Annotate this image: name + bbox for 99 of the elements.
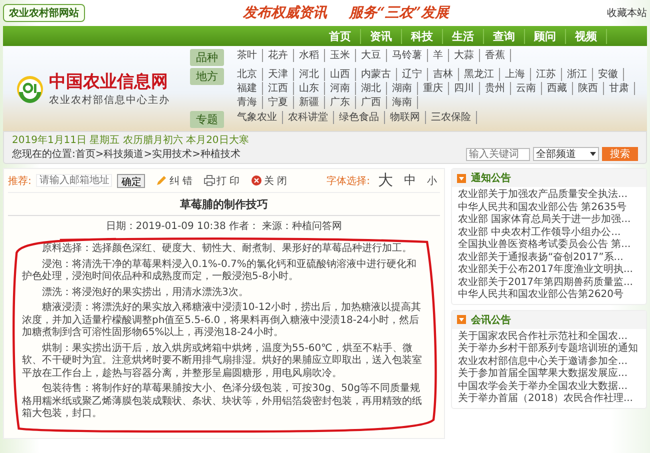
notice-link[interactable]: 农业部关于公布2017年度渔业文明执...: [458, 264, 633, 275]
category-link[interactable]: 气象农业: [232, 111, 283, 124]
article-paragraph: 漂洗：将浸泡好的果实捞出，用清水漂洗3次。: [41, 286, 250, 299]
category-link[interactable]: 茶叶: [232, 49, 263, 62]
category-link[interactable]: 北京: [232, 68, 263, 81]
article-title: 草莓脯的制作技巧: [8, 197, 440, 216]
notice-link[interactable]: 全国执业兽医资格考试委员会公告 第...: [458, 239, 631, 250]
article-meta: 日期：2019-01-09 10:38 作者： 来源：种植问答网: [104, 220, 344, 233]
category-link[interactable]: 大豆: [356, 49, 387, 62]
category-link[interactable]: 青海: [232, 96, 263, 109]
confirm-button[interactable]: 确定: [117, 174, 146, 188]
notice-link[interactable]: 农业农村部信息中心关于邀请参加全...: [458, 356, 628, 366]
dropdown-caret-icon: [590, 152, 596, 156]
category-link[interactable]: 吉林: [428, 68, 459, 81]
notice-link[interactable]: 中华人民共和国农业部公告 第2635号: [458, 202, 627, 212]
action-link[interactable]: 纠 错: [169, 174, 193, 188]
category-link[interactable]: 西藏: [542, 82, 573, 95]
category-link[interactable]: 云南: [511, 82, 542, 95]
font-size-label: 字体选择:: [326, 174, 370, 188]
category-link[interactable]: 甘肃: [604, 82, 635, 95]
category-link[interactable]: 宁夏: [263, 96, 294, 109]
notice-link[interactable]: 关于参加首届全国苹果大数据发展应...: [458, 368, 628, 379]
category-link[interactable]: 绿色食品: [334, 111, 385, 124]
logo-icon: [15, 74, 45, 104]
notice-link[interactable]: 中国农学会关于举办全国农业大数据...: [458, 380, 628, 392]
category-link[interactable]: 河南: [325, 82, 356, 95]
action-link[interactable]: 打 印: [216, 174, 240, 188]
channel-dropdown[interactable]: 全部频道: [533, 147, 599, 161]
date-text: 2019年1月11日 星期五 农历腊月初六 本月20日大寒: [12, 134, 250, 147]
breadcrumb: 您现在的位置:首页>科技频道>实用技术>种植技术: [12, 148, 241, 161]
category-link[interactable]: 香蕉: [480, 49, 511, 62]
article-paragraph: 糖液浸渍：将漂洗好的果实放入稀糖液中浸渍10-12小时，捞出后，加热糖液以提高其浓度，并加入适量柠檬酸调整ph值至5.5-6.0，将果料再倒入糖液中浸渍18-24小时，然后加糖煮制到含可溶性固形物65%以上，再浸泡18-24小时。: [22, 302, 422, 340]
slogan-text: 发布权威资讯: [242, 4, 327, 22]
category-link[interactable]: 河北: [294, 68, 325, 81]
category-link[interactable]: 安徽: [593, 68, 624, 81]
font-size-link[interactable]: 大: [375, 171, 396, 190]
notice-link[interactable]: 关于举办首届（2018）农民合作社理...: [458, 393, 633, 404]
category-link[interactable]: 陕西: [573, 82, 604, 95]
pencil-icon: [156, 175, 168, 186]
article-paragraph: 浸泡：将清洗干净的草莓果料浸入0.1%-0.7%的氯化钙和亚硫酸钠溶液中进行硬化和护色处理，浸泡时间依品种和成熟度而定，一般浸泡5-8小时。: [22, 258, 418, 284]
email-field[interactable]: 请输入邮箱地址: [36, 174, 112, 187]
category-link[interactable]: 山东: [294, 82, 325, 95]
category-link[interactable]: 贵州: [480, 82, 511, 95]
category-link[interactable]: 花卉: [263, 49, 294, 62]
article-paragraph: 原料选择：选择颜色深红、硬度大、韧性大、耐煮制、果形好的草莓品种进行加工。: [41, 243, 413, 256]
category-link[interactable]: 农科讲堂: [283, 111, 334, 124]
category-link[interactable]: 新疆: [294, 96, 325, 109]
notice-link[interactable]: 中华人民共和国农业部公告第2620号: [458, 289, 624, 300]
category-label: 地方: [190, 68, 224, 85]
category-link[interactable]: 三农保险: [426, 111, 477, 124]
slogan-text: 服务“三农”发展: [348, 4, 450, 22]
category-link[interactable]: 上海: [500, 68, 531, 81]
notice-link[interactable]: 农业部 国家体育总局关于进一步加强...: [458, 214, 631, 225]
recommend-label: 推荐:: [8, 174, 32, 188]
panel-title: 会讯公告: [471, 314, 511, 326]
category-link[interactable]: 江苏: [531, 68, 562, 81]
notice-link[interactable]: 农业部关于加强农产品质量安全执法...: [458, 189, 628, 200]
category-link[interactable]: 福建: [232, 82, 263, 95]
arrow-square-icon: [457, 174, 466, 182]
article-paragraph: 包装待售：将制作好的草莓果脯按大小、色泽分级包装，可按30g、50g等不同质量规格用糯米纸或聚乙烯薄膜包装成颗状、条状、块状等，外用铝箔袋密封包装，再用精致的纸箱大包装，封口。: [22, 383, 423, 420]
category-link[interactable]: 天津: [263, 68, 294, 81]
category-label: 专题: [190, 111, 224, 128]
notice-link[interactable]: 关于举办乡村干部系列专题培训班的通知: [458, 343, 638, 354]
close-icon: [250, 175, 262, 186]
notice-link[interactable]: 农业部关于2017年第四期兽药质量监...: [458, 276, 633, 288]
category-link[interactable]: 海南: [387, 96, 418, 109]
printer-icon: [204, 175, 215, 186]
notice-link[interactable]: 农业部关于通报表扬“奋创2017”系...: [458, 252, 624, 262]
site-badge[interactable]: 农业农村部网站: [3, 4, 85, 22]
category-link[interactable]: 马铃薯: [387, 49, 428, 62]
category-link[interactable]: 广西: [356, 96, 387, 109]
category-link[interactable]: 江西: [263, 82, 294, 95]
panel-title: 通知公告: [471, 172, 511, 185]
category-link[interactable]: 羊: [428, 49, 449, 62]
notice-link[interactable]: 关于国家农民合作社示范社和全国农...: [458, 330, 628, 342]
category-link[interactable]: 内蒙古: [356, 68, 397, 81]
category-link[interactable]: 黑龙江: [459, 68, 500, 81]
category-link[interactable]: 湖北: [356, 82, 387, 95]
arrow-square-icon: [457, 315, 466, 324]
notice-link[interactable]: 农业部 中央农村工作领导小组办公...: [458, 226, 621, 238]
logo-subtitle: 农业农村部信息中心主办: [49, 94, 170, 107]
category-link[interactable]: 山西: [325, 68, 356, 81]
category-link[interactable]: 广东: [325, 96, 356, 109]
font-size-link[interactable]: 中: [401, 172, 419, 189]
bookmark-link[interactable]: 收藏本站: [607, 6, 647, 20]
category-link[interactable]: 水稻: [294, 49, 325, 62]
category-link[interactable]: 湖南: [387, 82, 418, 95]
category-link[interactable]: 物联网: [385, 111, 426, 124]
action-link[interactable]: 关 闭: [264, 174, 287, 188]
category-link[interactable]: 重庆: [418, 82, 449, 95]
category-label: 品种: [190, 49, 224, 66]
article-paragraph: 烘制：果实捞出沥干后，放入烘房或烤箱中烘烤，温度为55-60℃，烘至不粘手、微软、不干硬时为宜。注意烘烤时要不断用排气扇排湿。烘好的果脯应立即取出，送入包装室平放在工作台上，趁热与容器分离，并整形呈扁圆糖形，用电风扇吹冷。: [22, 342, 423, 380]
logo-title: 中国农业信息网: [49, 71, 169, 93]
category-link[interactable]: 大蒜: [449, 49, 480, 62]
category-link[interactable]: 辽宁: [397, 68, 428, 81]
font-size-link[interactable]: 小: [424, 174, 440, 188]
category-link[interactable]: 玉米: [325, 49, 356, 62]
category-link[interactable]: 浙江: [562, 68, 593, 81]
category-link[interactable]: 四川: [449, 82, 480, 95]
